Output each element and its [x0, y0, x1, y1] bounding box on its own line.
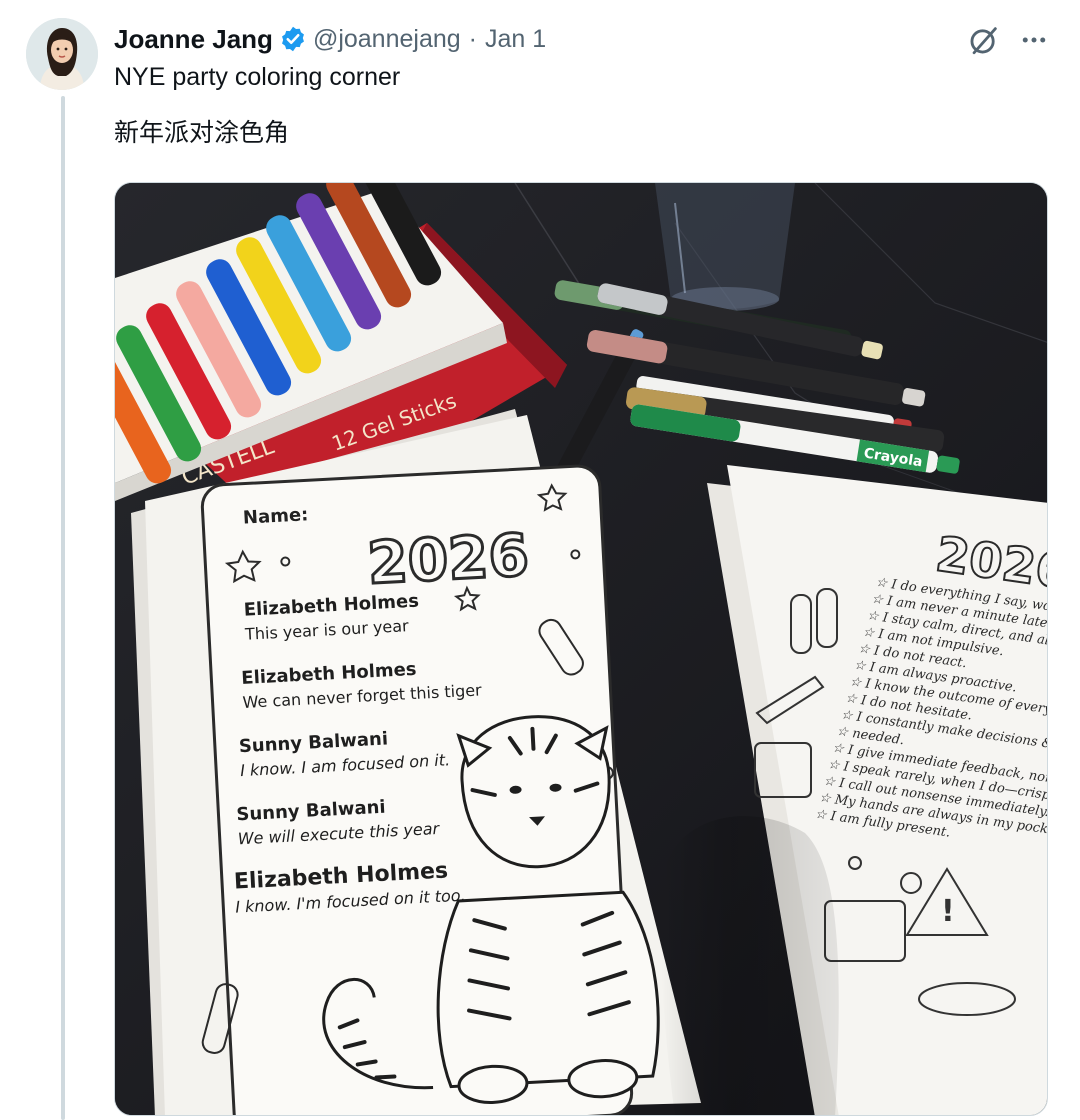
verified-badge-icon — [279, 25, 307, 53]
avatar-illustration — [26, 18, 98, 90]
separator-dot: · — [468, 24, 477, 53]
tweet-photo[interactable]: 12 Gel Sticks CASTELL Crayola 2026 ☆ I d… — [114, 182, 1048, 1116]
tweet-header: Joanne Jang @joannejang · Jan 1 — [114, 22, 546, 56]
left-sheet-year: 2026 — [366, 521, 531, 597]
thread-connector-line — [61, 96, 65, 1120]
more-options-icon[interactable] — [1016, 22, 1052, 58]
hand-shadow — [661, 816, 839, 1115]
author-display-name[interactable]: Joanne Jang — [114, 24, 273, 55]
name-label: Name: — [242, 504, 308, 528]
author-handle[interactable]: @joannejang — [313, 25, 461, 54]
warning-sign-icon: ! — [941, 894, 955, 929]
avatar[interactable] — [26, 18, 98, 90]
grok-icon[interactable] — [966, 22, 1002, 58]
tweet-text-line-2: 新年派对涂色角 — [114, 118, 290, 147]
tweet-date[interactable]: Jan 1 — [485, 25, 546, 54]
glass-cup — [655, 183, 795, 311]
photo-scene: 12 Gel Sticks CASTELL Crayola 2026 ☆ I d… — [115, 183, 1047, 1115]
tweet-text-line-1: NYE party coloring corner — [114, 63, 401, 91]
